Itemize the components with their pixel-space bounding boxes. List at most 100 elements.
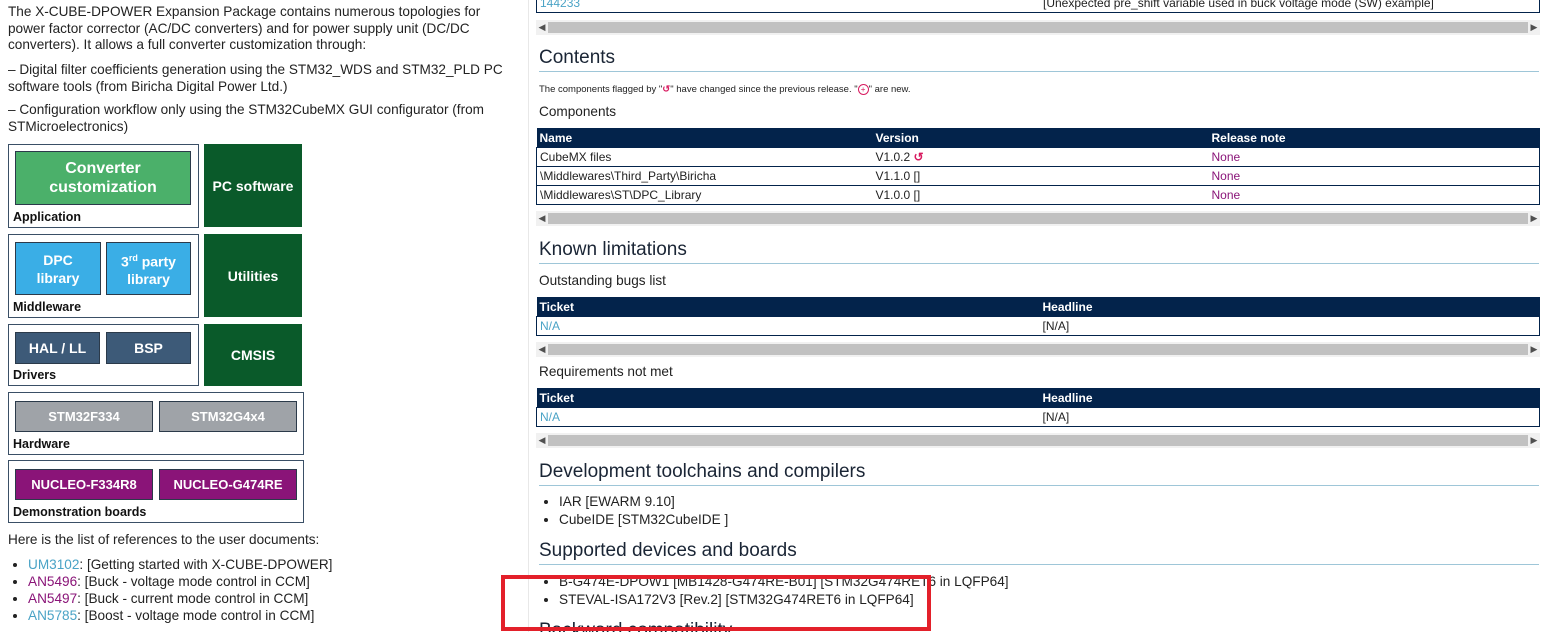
requirements-not-met-subheading: Requirements not met bbox=[539, 364, 673, 379]
scroll-right-icon[interactable]: ▶ bbox=[1528, 433, 1540, 448]
supported-devices-heading: Supported devices and boards bbox=[539, 540, 1539, 565]
reference-item: AN5496: [Buck - voltage mode control in … bbox=[28, 573, 332, 590]
scroll-right-icon[interactable]: ▶ bbox=[1528, 20, 1540, 35]
changes-note: The components flagged by "↺" have chang… bbox=[539, 84, 911, 95]
ticket-link[interactable]: 144233 bbox=[536, 0, 1040, 13]
headline-cell: [Unexpected pre_shift variable used in b… bbox=[1040, 0, 1540, 13]
components-subheading: Components bbox=[539, 104, 617, 119]
toolchains-heading: Development toolchains and compilers bbox=[539, 461, 1539, 486]
scroll-right-icon[interactable]: ▶ bbox=[1528, 211, 1540, 226]
reference-link-an5785[interactable]: AN5785 bbox=[28, 608, 77, 623]
horizontal-scrollbar[interactable]: ◀ ▶ bbox=[536, 211, 1540, 226]
component-name: \Middlewares\ST\DPC_Library bbox=[536, 185, 873, 205]
reference-item: AN5497: [Buck - current mode control in … bbox=[28, 590, 332, 607]
reference-link-an5496[interactable]: AN5496 bbox=[28, 574, 77, 589]
note-text-post: " are new. bbox=[868, 84, 911, 95]
stm32f334-box: STM32F334 bbox=[15, 401, 153, 432]
scrollbar-thumb[interactable] bbox=[548, 435, 1528, 446]
reference-item: UM3102: [Getting started with X-CUBE-DPO… bbox=[28, 556, 332, 573]
scroll-right-icon[interactable]: ▶ bbox=[1528, 342, 1540, 357]
ticket-link[interactable]: N/A bbox=[536, 316, 1040, 336]
horizontal-scrollbar[interactable]: ◀ ▶ bbox=[536, 342, 1540, 357]
headline-cell: [N/A] bbox=[1039, 316, 1540, 336]
note-text-pre: The components flagged by " bbox=[539, 84, 663, 95]
ticket-link[interactable]: N/A bbox=[536, 407, 1040, 427]
scroll-left-icon[interactable]: ◀ bbox=[536, 211, 548, 226]
known-limitations-heading: Known limitations bbox=[539, 239, 1539, 264]
reference-link-an5497[interactable]: AN5497 bbox=[28, 591, 77, 606]
reference-link-um3102[interactable]: UM3102 bbox=[28, 557, 79, 572]
right-panel: 144233 [Unexpected pre_shift variable us… bbox=[529, 0, 1551, 632]
scroll-left-icon[interactable]: ◀ bbox=[536, 20, 548, 35]
horizontal-scrollbar[interactable]: ◀ ▶ bbox=[536, 20, 1540, 35]
table-header-row: Ticket Headline bbox=[536, 297, 1540, 317]
component-name: \Middlewares\Third_Party\Biricha bbox=[536, 166, 873, 186]
reference-text: : [Buck - voltage mode control in CCM] bbox=[77, 574, 310, 589]
column-header-ticket: Ticket bbox=[536, 297, 1040, 317]
table-row: N/A [N/A] bbox=[536, 316, 1540, 336]
table-row: N/A [N/A] bbox=[536, 407, 1540, 427]
intro-paragraph-3: – Configuration workflow only using the … bbox=[8, 102, 484, 134]
intro-paragraph-2: – Digital filter coefficients generation… bbox=[8, 62, 503, 94]
note-text-mid: " have changed since the previous releas… bbox=[670, 84, 858, 95]
left-panel: The X-CUBE-DPOWER Expansion Package cont… bbox=[0, 0, 528, 632]
nucleo-g474re-box: NUCLEO-G474RE bbox=[159, 469, 297, 500]
scroll-left-icon[interactable]: ◀ bbox=[536, 433, 548, 448]
utilities-box: Utilities bbox=[204, 234, 302, 317]
middleware-label: Middleware bbox=[13, 300, 82, 314]
demo-boards-label: Demonstration boards bbox=[13, 505, 147, 519]
release-note-link[interactable]: None bbox=[1208, 166, 1540, 186]
outstanding-bugs-table: Ticket Headline N/A [N/A] bbox=[536, 297, 1540, 336]
reference-item: AN5785: [Boost - voltage mode control in… bbox=[28, 607, 332, 624]
component-version: V1.0.0 [] bbox=[872, 185, 1209, 205]
pc-software-box: PC software bbox=[204, 144, 302, 227]
application-layer: Converter customization Application bbox=[8, 144, 199, 228]
scrollbar-thumb[interactable] bbox=[548, 213, 1528, 224]
release-note-link[interactable]: None bbox=[1208, 185, 1540, 205]
new-icon: + bbox=[857, 84, 869, 95]
cmsis-box: CMSIS bbox=[204, 324, 302, 386]
drivers-label: Drivers bbox=[13, 368, 57, 382]
contents-heading: Contents bbox=[539, 47, 1539, 72]
previous-bugs-table: 144233 [Unexpected pre_shift variable us… bbox=[536, 0, 1540, 13]
horizontal-scrollbar[interactable]: ◀ ▶ bbox=[536, 433, 1540, 448]
dpc-library-label: DPC library bbox=[36, 251, 80, 286]
column-header-headline: Headline bbox=[1039, 297, 1540, 317]
toolchains-list: IAR [EWARM 9.10] CubeIDE [STM32CubeIDE ] bbox=[529, 493, 728, 528]
hardware-layer: STM32F334 STM32G4x4 Hardware bbox=[8, 392, 304, 455]
headline-cell: [N/A] bbox=[1039, 407, 1540, 427]
components-table: Name Version Release note CubeMX files V… bbox=[536, 128, 1540, 205]
column-header-version: Version bbox=[872, 128, 1209, 148]
list-item: IAR [EWARM 9.10] bbox=[559, 493, 728, 511]
table-row: CubeMX files V1.0.2 ↺ None bbox=[536, 147, 1540, 167]
column-header-headline: Headline bbox=[1039, 388, 1540, 408]
middleware-layer: DPC library 3rd party library Middleware bbox=[8, 234, 199, 318]
changed-icon: ↺ bbox=[913, 150, 924, 164]
third-party-library-label: 3rd party library bbox=[121, 252, 176, 288]
bsp-box: BSP bbox=[106, 332, 191, 364]
reference-text: : [Getting started with X-CUBE-DPOWER] bbox=[79, 557, 333, 572]
scrollbar-thumb[interactable] bbox=[548, 22, 1528, 33]
component-name: CubeMX files bbox=[536, 147, 873, 167]
references-list: UM3102: [Getting started with X-CUBE-DPO… bbox=[0, 556, 332, 624]
third-party-library-box: 3rd party library bbox=[106, 242, 191, 295]
scroll-left-icon[interactable]: ◀ bbox=[536, 342, 548, 357]
intro-paragraph-1: The X-CUBE-DPOWER Expansion Package cont… bbox=[8, 4, 481, 52]
converter-customization-box: Converter customization bbox=[15, 151, 191, 205]
requirements-table: Ticket Headline N/A [N/A] bbox=[536, 388, 1540, 427]
stm32g4x4-box: STM32G4x4 bbox=[159, 401, 297, 432]
application-label: Application bbox=[13, 210, 82, 224]
release-note-link[interactable]: None bbox=[1208, 147, 1540, 167]
reference-text: : [Buck - current mode control in CCM] bbox=[77, 591, 309, 606]
hal-ll-box: HAL / LL bbox=[15, 332, 100, 364]
list-item: CubeIDE [STM32CubeIDE ] bbox=[559, 511, 728, 529]
table-header-row: Name Version Release note bbox=[536, 128, 1540, 148]
table-header-row: Ticket Headline bbox=[536, 388, 1540, 408]
dpc-library-box: DPC library bbox=[15, 242, 101, 295]
column-header-release-note: Release note bbox=[1208, 128, 1540, 148]
scrollbar-thumb[interactable] bbox=[548, 344, 1528, 355]
nucleo-f334r8-box: NUCLEO-F334R8 bbox=[15, 469, 153, 500]
demo-boards-layer: NUCLEO-F334R8 NUCLEO-G474RE Demonstratio… bbox=[8, 460, 304, 523]
references-intro: Here is the list of references to the us… bbox=[8, 532, 320, 547]
highlight-annotation-box bbox=[501, 575, 931, 631]
